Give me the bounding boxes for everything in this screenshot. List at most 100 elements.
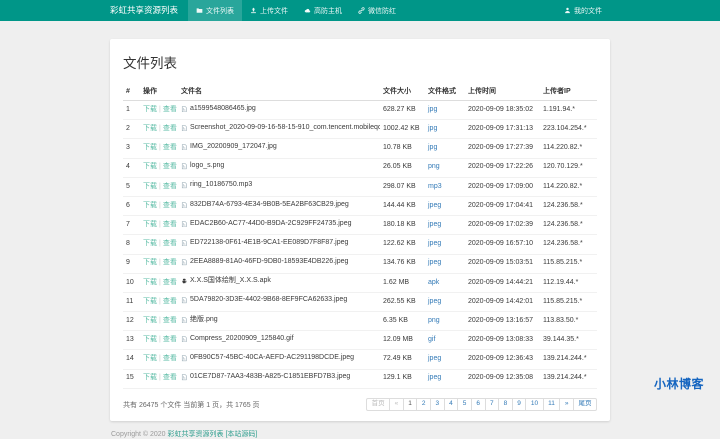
format-link[interactable]: jpg (428, 125, 437, 132)
view-link[interactable]: 查看 (163, 317, 177, 324)
row-actions: 下载|查看 (140, 292, 178, 311)
file-size: 72.49 KB (380, 350, 425, 369)
filename-text: 绝版.png (190, 316, 218, 325)
nav-item-label: 文件列表 (206, 6, 234, 16)
view-link[interactable]: 查看 (163, 144, 177, 151)
view-link[interactable]: 查看 (163, 106, 177, 113)
site-name-link[interactable]: 彩虹共享资源列表 (168, 431, 224, 438)
download-link[interactable]: 下载 (143, 163, 157, 170)
download-link[interactable]: 下载 (143, 240, 157, 247)
nav-item-file-list[interactable]: 文件列表 (188, 0, 242, 21)
source-code-link[interactable]: [本站源码] (225, 431, 257, 438)
file-icon (181, 106, 188, 113)
nav-item-my-files[interactable]: 我的文件 (556, 0, 610, 21)
format-link[interactable]: jpg (428, 144, 437, 151)
row-actions: 下载|查看 (140, 158, 178, 177)
download-link[interactable]: 下载 (143, 298, 157, 305)
filename-cell: Screenshot_2020-09-09-16-58-15-910_com.t… (178, 120, 380, 139)
filename-text: logo_s.png (190, 162, 224, 171)
brand[interactable]: 彩虹共享资源列表 (110, 0, 178, 21)
download-link[interactable]: 下载 (143, 106, 157, 113)
format-link[interactable]: jpeg (428, 240, 441, 247)
format-link[interactable]: jpeg (428, 221, 441, 228)
view-link[interactable]: 查看 (163, 336, 177, 343)
view-link[interactable]: 查看 (163, 279, 177, 286)
filename-cell: a1599548086465.jpg (178, 101, 380, 120)
row-actions: 下载|查看 (140, 369, 178, 388)
view-link[interactable]: 查看 (163, 298, 177, 305)
download-link[interactable]: 下载 (143, 202, 157, 209)
nav-item-wechat[interactable]: 微信防红 (350, 0, 404, 21)
file-format: mp3 (425, 177, 465, 196)
file-icon (181, 182, 188, 189)
filename-cell: 0FB90C57-45BC-40CA-AEFD-AC291198DCDE.jpe… (178, 350, 380, 369)
download-link[interactable]: 下载 (143, 125, 157, 132)
view-link[interactable]: 查看 (163, 202, 177, 209)
row-index: 4 (123, 158, 140, 177)
format-link[interactable]: gif (428, 336, 435, 343)
file-format: apk (425, 273, 465, 292)
format-link[interactable]: jpeg (428, 259, 441, 266)
site-logo[interactable]: 小林博客 (654, 375, 704, 392)
row-actions: 下载|查看 (140, 216, 178, 235)
view-link[interactable]: 查看 (163, 125, 177, 132)
view-link[interactable]: 查看 (163, 221, 177, 228)
download-link[interactable]: 下载 (143, 259, 157, 266)
format-link[interactable]: jpeg (428, 355, 441, 362)
view-link[interactable]: 查看 (163, 355, 177, 362)
format-link[interactable]: png (428, 163, 440, 170)
view-link[interactable]: 查看 (163, 183, 177, 190)
action-separator: | (159, 317, 161, 324)
action-separator: | (159, 144, 161, 151)
table-row: 12下载|查看绝版.png6.35 KBpng2020-09-09 13:16:… (123, 312, 597, 331)
format-link[interactable]: jpg (428, 106, 437, 113)
filename-cell: 2EEA8889-81A0-46FD-9DB0-18593E4DB226.jpe… (178, 254, 380, 273)
download-link[interactable]: 下载 (143, 144, 157, 151)
file-size: 12.09 MB (380, 331, 425, 350)
file-format: jpeg (425, 235, 465, 254)
table-row: 6下载|查看832DB74A-6793-4E34-9B0B-5EA2BF63CB… (123, 196, 597, 215)
file-icon (181, 240, 188, 247)
view-link[interactable]: 查看 (163, 163, 177, 170)
file-format: jpeg (425, 350, 465, 369)
file-icon (181, 374, 188, 381)
format-link[interactable]: apk (428, 279, 439, 286)
table-row: 8下载|查看ED722138-0F61-4E1B-9CA1-EE089D7F8F… (123, 235, 597, 254)
file-format: jpg (425, 101, 465, 120)
action-separator: | (159, 106, 161, 113)
filename-cell: X.X.S国体绘制_X.X.S.apk (178, 273, 380, 292)
filename-text: IMG_20200909_172047.jpg (190, 143, 277, 152)
view-link[interactable]: 查看 (163, 240, 177, 247)
format-link[interactable]: png (428, 317, 440, 324)
download-link[interactable]: 下载 (143, 336, 157, 343)
nav-item-upload[interactable]: 上传文件 (242, 0, 296, 21)
download-link[interactable]: 下载 (143, 355, 157, 362)
column-header: 文件名 (178, 82, 380, 101)
format-link[interactable]: jpeg (428, 374, 441, 381)
download-link[interactable]: 下载 (143, 374, 157, 381)
download-link[interactable]: 下载 (143, 317, 157, 324)
row-index: 2 (123, 120, 140, 139)
filename-text: Compress_20200909_125840.gif (190, 335, 294, 344)
row-actions: 下载|查看 (140, 273, 178, 292)
file-size: 129.1 KB (380, 369, 425, 388)
row-index: 1 (123, 101, 140, 120)
format-link[interactable]: jpeg (428, 298, 441, 305)
view-link[interactable]: 查看 (163, 259, 177, 266)
download-link[interactable]: 下载 (143, 279, 157, 286)
format-link[interactable]: mp3 (428, 183, 442, 190)
nav-item-host[interactable]: 高防主机 (296, 0, 350, 21)
format-link[interactable]: jpeg (428, 202, 441, 209)
file-size: 10.78 KB (380, 139, 425, 158)
row-actions: 下载|查看 (140, 235, 178, 254)
nav-item-label: 我的文件 (574, 6, 602, 16)
download-link[interactable]: 下载 (143, 221, 157, 228)
view-link[interactable]: 查看 (163, 374, 177, 381)
file-size: 1.62 MB (380, 273, 425, 292)
uploader-ip: 124.236.58.* (540, 235, 597, 254)
action-separator: | (159, 279, 161, 286)
upload-time: 2020-09-09 18:35:02 (465, 101, 540, 120)
row-actions: 下载|查看 (140, 350, 178, 369)
download-link[interactable]: 下载 (143, 183, 157, 190)
upload-time: 2020-09-09 17:04:41 (465, 196, 540, 215)
